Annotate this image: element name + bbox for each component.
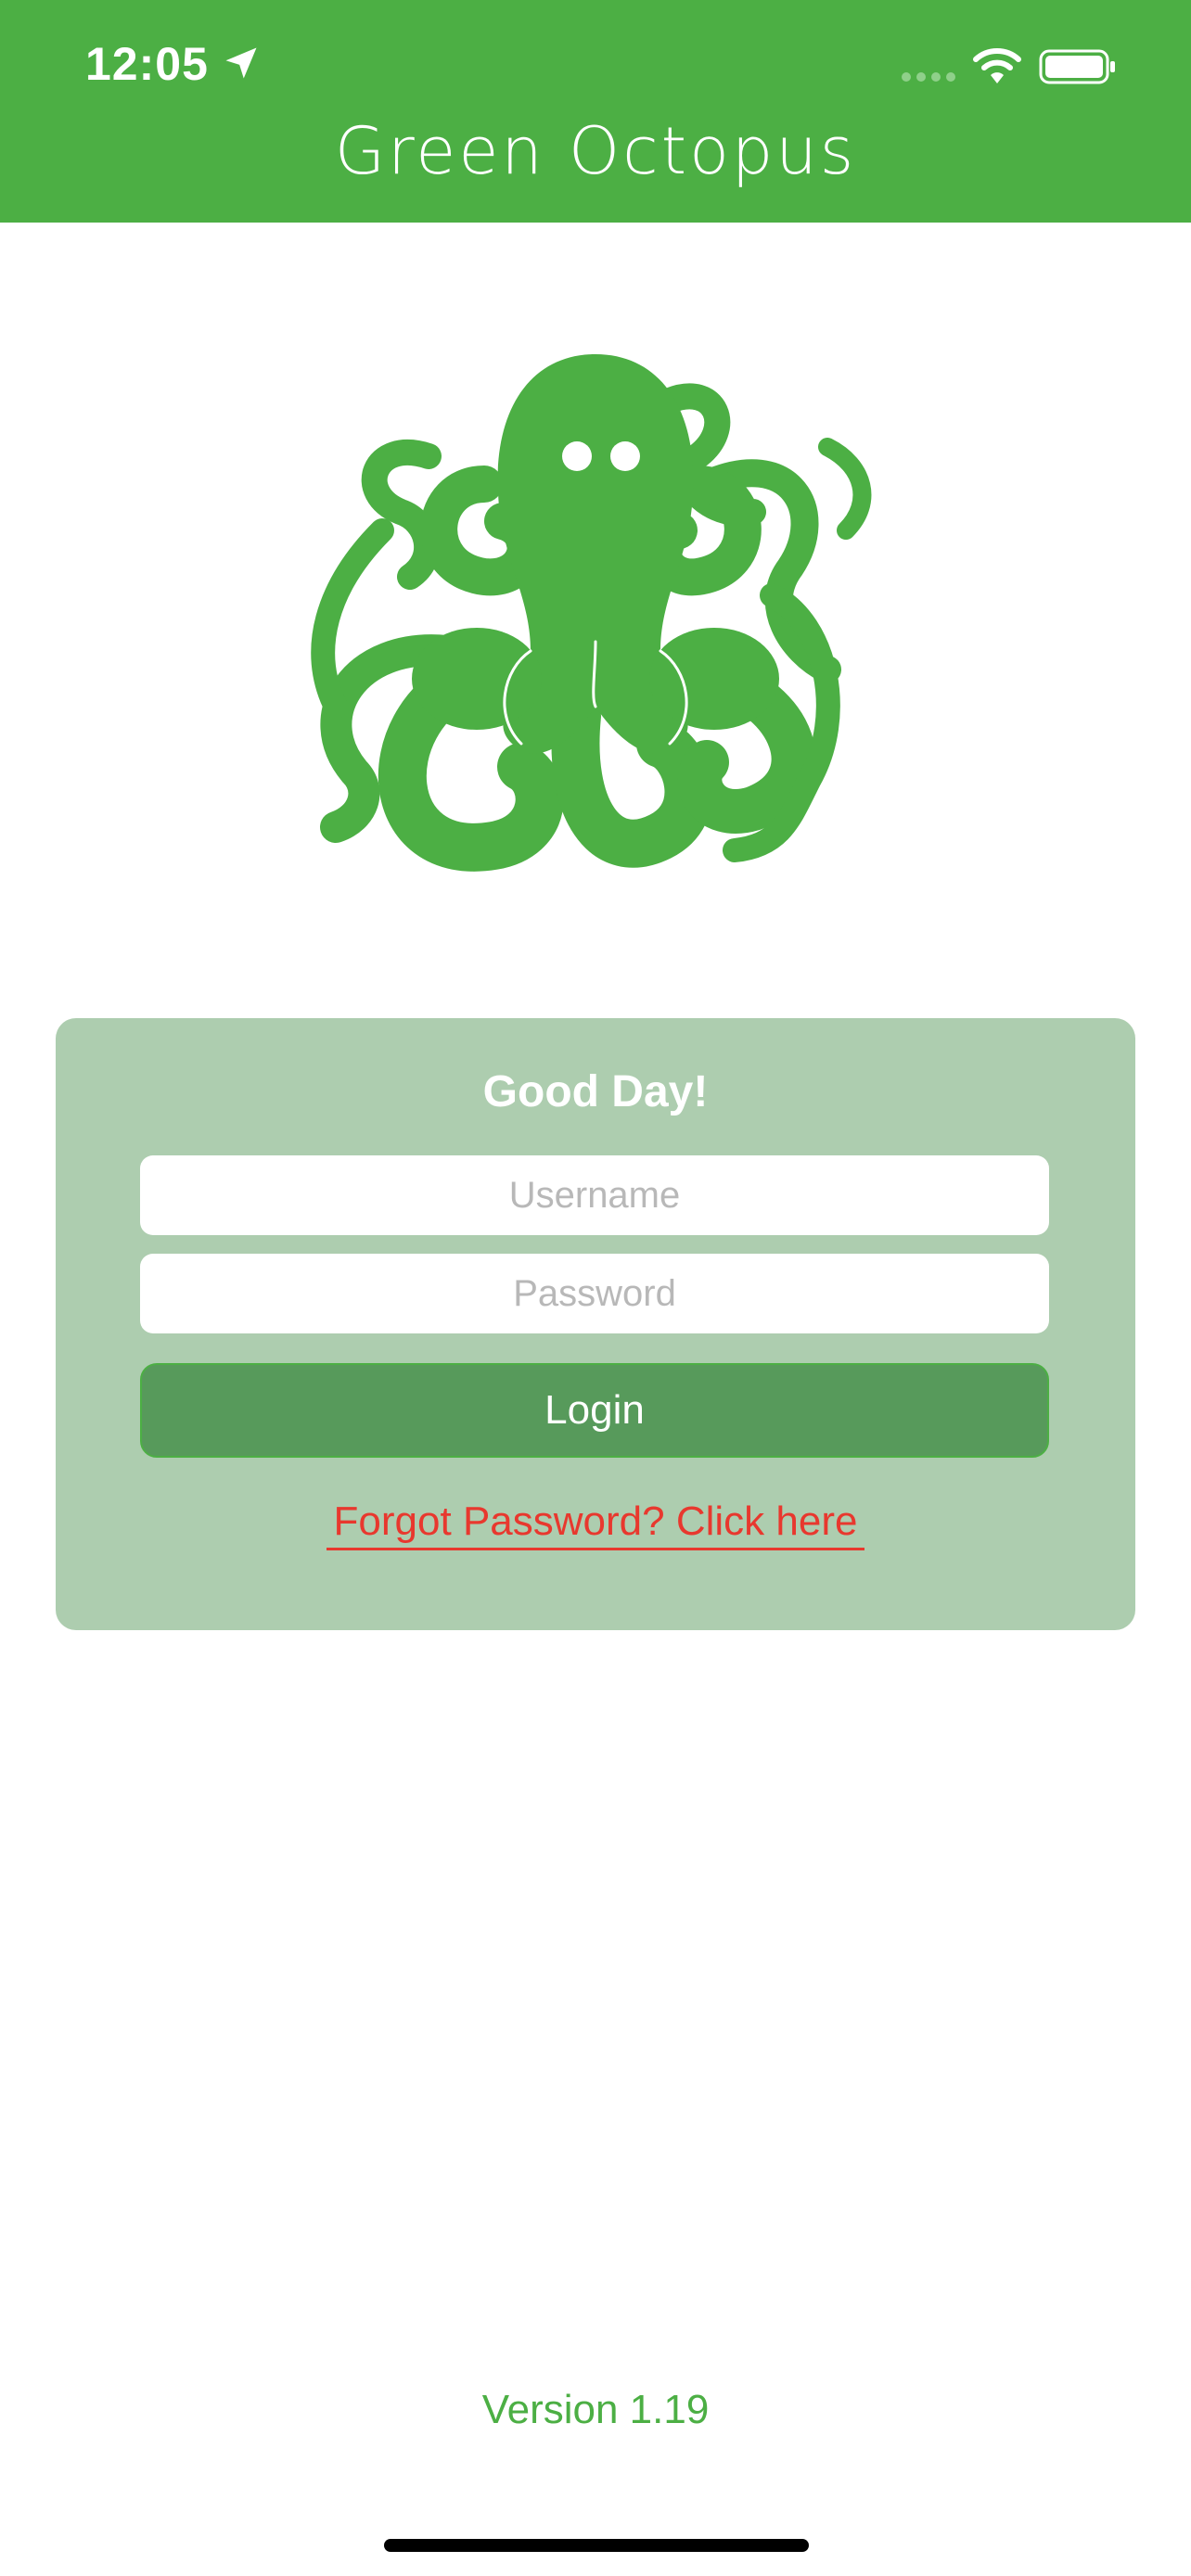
login-card: Good Day! Login Forgot Password? Click h…	[56, 1018, 1135, 1630]
home-indicator[interactable]	[384, 2539, 809, 2552]
status-time: 12:05	[85, 38, 209, 90]
greeting-heading: Good Day!	[482, 1067, 709, 1116]
login-button[interactable]: Login	[140, 1363, 1049, 1458]
location-arrow-icon	[225, 47, 257, 79]
password-input[interactable]	[140, 1254, 1049, 1333]
octopus-logo	[311, 354, 872, 872]
version-label: Version 1.19	[481, 2387, 710, 2432]
cellular-signal-icon	[902, 72, 955, 82]
app-title: Green Octopus	[334, 113, 857, 189]
app-header: 12:05 Green Octopus	[0, 0, 1191, 223]
battery-icon	[1039, 49, 1115, 84]
forgot-password-row: Forgot Password? Click here	[56, 1498, 1135, 1550]
forgot-password-link[interactable]: Forgot Password? Click here	[326, 1498, 865, 1550]
username-input[interactable]	[140, 1155, 1049, 1235]
wifi-icon	[973, 48, 1021, 83]
